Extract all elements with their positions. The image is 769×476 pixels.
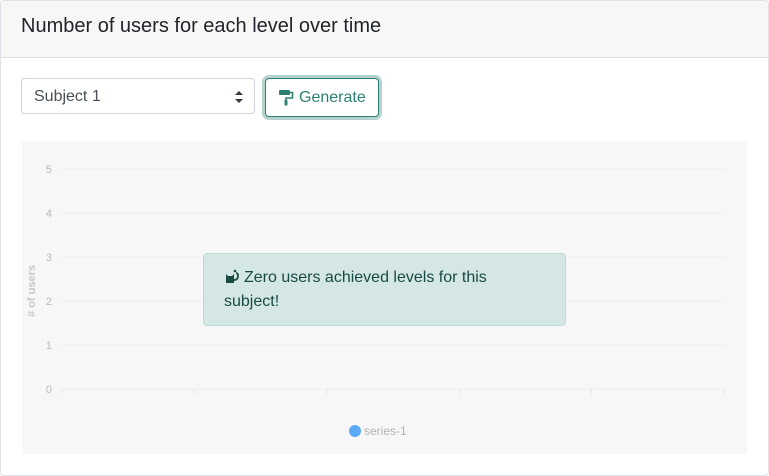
select-arrows-icon [235, 91, 243, 103]
chart-card: Number of users for each level over time… [0, 0, 769, 476]
cat-icon [226, 269, 239, 283]
y-tick-label: 5 [46, 164, 52, 176]
y-tick-label: 3 [46, 252, 52, 264]
alert-message: Zero users achieved levels for this subj… [224, 269, 487, 310]
generate-button-label: Generate [299, 89, 366, 106]
y-tick-label: 1 [46, 340, 52, 352]
card-title: Number of users for each level over time [21, 15, 382, 37]
y-tick-label: 0 [46, 384, 52, 396]
info-alert: Zero users achieved levels for this subj… [203, 253, 566, 326]
legend-label: series-1 [364, 424, 407, 438]
card-header: Number of users for each level over time [1, 1, 768, 58]
y-tick-label: 2 [46, 296, 52, 308]
subject-select[interactable]: Subject 1 [21, 78, 255, 114]
y-axis-label: # of users [26, 265, 38, 317]
subject-select-value: Subject 1 [34, 88, 101, 105]
paint-roller-icon [279, 90, 294, 106]
y-tick-label: 4 [46, 208, 52, 220]
legend-marker [349, 425, 361, 437]
generate-button[interactable]: Generate [265, 78, 379, 117]
